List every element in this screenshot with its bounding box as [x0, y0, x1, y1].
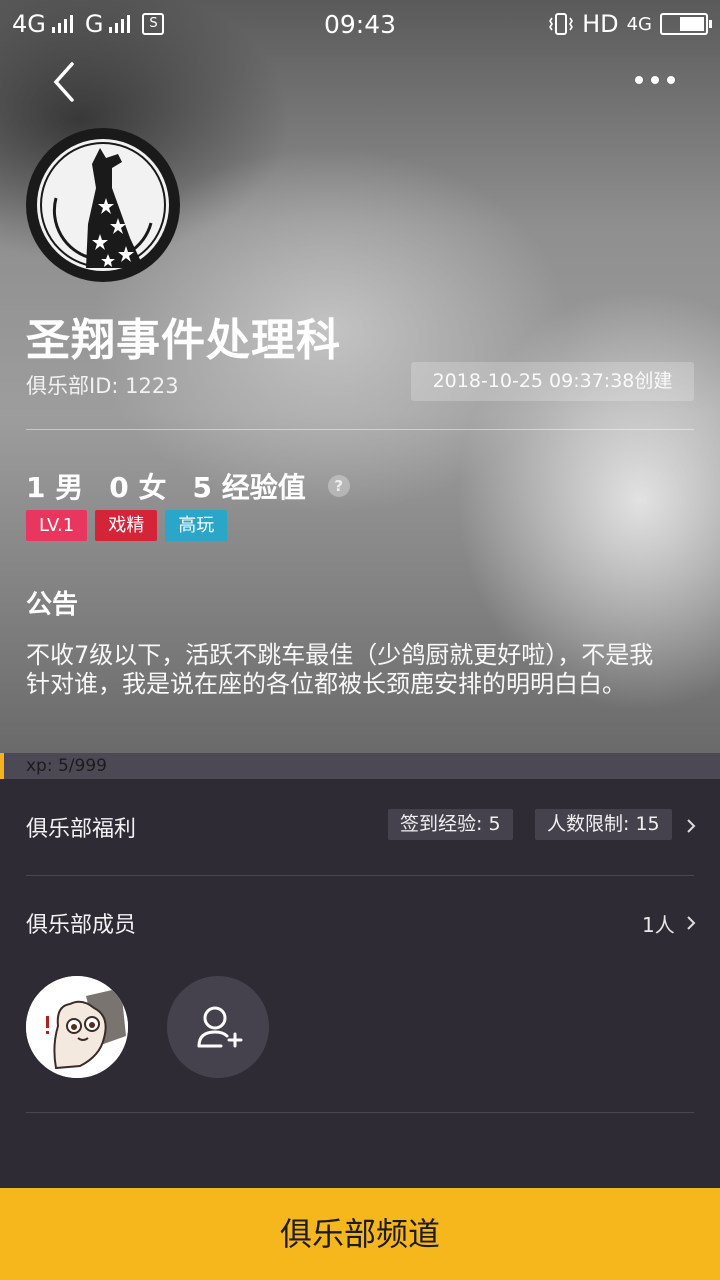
- battery-icon: [660, 13, 712, 35]
- xp-progress-fill: [0, 753, 4, 779]
- cat-avatar-image: [26, 976, 128, 1078]
- notice-title: 公告: [26, 590, 79, 620]
- header-divider: [26, 429, 694, 430]
- section-divider: [26, 875, 694, 876]
- section-divider: [26, 1112, 694, 1113]
- club-avatar[interactable]: [26, 128, 180, 282]
- xp-progress-bar: xp: 5/999: [0, 753, 720, 779]
- member-count: 1人: [642, 913, 675, 937]
- add-member-icon: [197, 1006, 243, 1048]
- help-icon[interactable]: ?: [327, 475, 350, 497]
- add-member-button[interactable]: [167, 976, 269, 1078]
- exp-value: 5 经验值: [192, 471, 306, 504]
- chevron-right-icon: [687, 916, 696, 930]
- club-id: 俱乐部ID: 1223: [26, 374, 179, 398]
- tag-pro: 高玩: [165, 510, 228, 541]
- benefits-title: 俱乐部福利: [26, 817, 137, 842]
- vibrate-icon: [549, 13, 574, 35]
- club-header-background: 4G G S 09:43 HD 4G 圣翔事件处理科 俱乐部ID: 1223 2…: [0, 0, 720, 753]
- status-right: HD 4G: [548, 10, 712, 38]
- chevron-right-icon: [687, 819, 696, 833]
- notice-text: 不收7级以下，活跃不跳车最佳（少鸽厨就更好啦），不是我针对谁，我是说在座的各位都…: [26, 641, 654, 698]
- giraffe-logo: [37, 139, 169, 271]
- benefits-row[interactable]: 俱乐部福利 签到经验: 5 人数限制: 15: [26, 807, 696, 847]
- created-date: 2018-10-25 09:37:38创建: [411, 362, 694, 401]
- members-row[interactable]: 俱乐部成员 1人: [26, 905, 696, 945]
- member-avatar[interactable]: [26, 976, 128, 1078]
- sign-in-exp-chip: 签到经验: 5: [388, 809, 513, 840]
- club-name: 圣翔事件处理科: [26, 315, 341, 366]
- club-channel-button[interactable]: 俱乐部频道: [0, 1188, 720, 1280]
- more-dots-icon[interactable]: [630, 62, 680, 98]
- club-stats: 1 男 0 女 5 经验值 ?: [26, 466, 350, 506]
- female-count: 0 女: [109, 471, 167, 504]
- network-label-3: 4G: [626, 13, 652, 35]
- male-count: 1 男: [26, 471, 84, 504]
- back-arrow-icon[interactable]: [40, 58, 88, 106]
- tag-drama: 戏精: [95, 510, 158, 541]
- tag-level: LV.1: [26, 510, 88, 541]
- member-limit-chip: 人数限制: 15: [535, 809, 672, 840]
- club-tags: LV.1 戏精 高玩: [26, 510, 228, 541]
- hd-label: HD: [582, 10, 619, 38]
- members-title: 俱乐部成员: [26, 913, 137, 938]
- status-bar: 4G G S 09:43 HD 4G: [0, 0, 720, 50]
- xp-text: xp: 5/999: [26, 756, 107, 776]
